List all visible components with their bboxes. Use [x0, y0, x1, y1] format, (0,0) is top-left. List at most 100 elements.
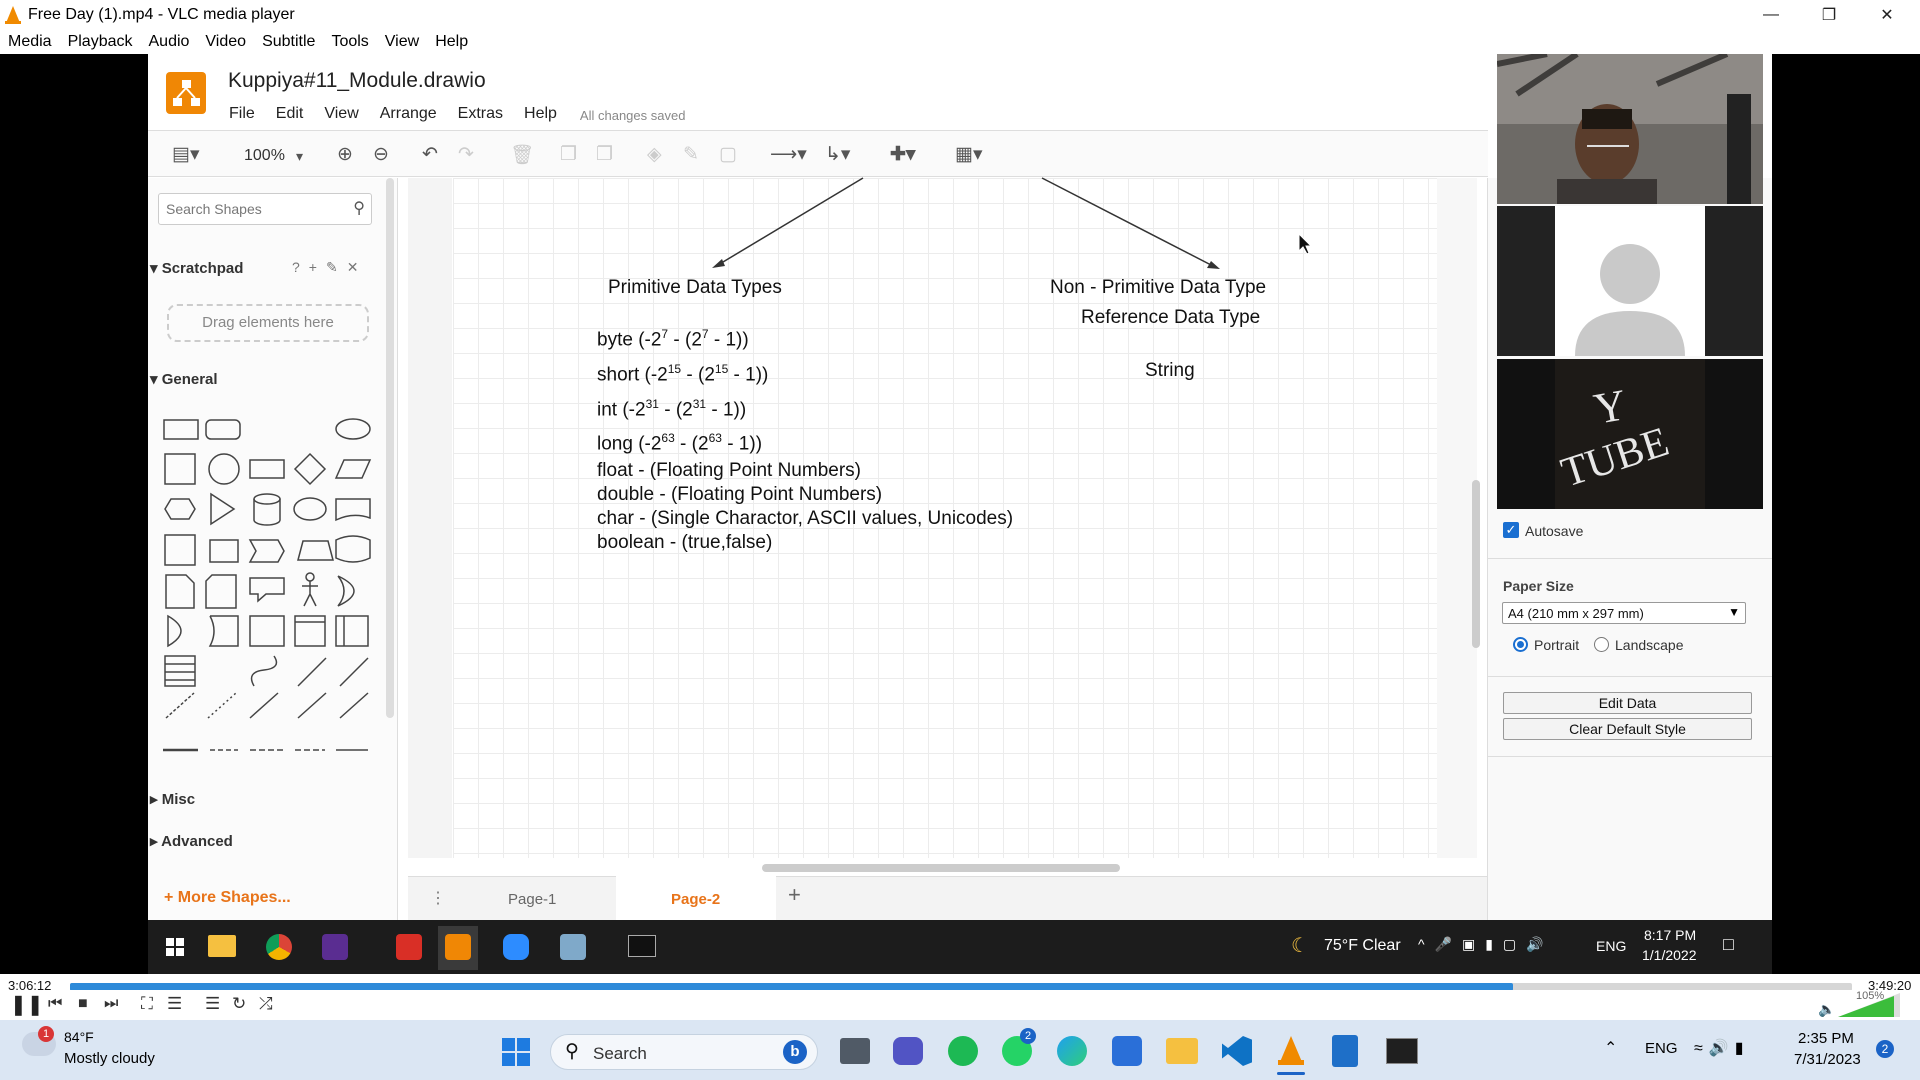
clock-time[interactable]: 2:35 PM: [1798, 1030, 1854, 1047]
pages-menu-icon[interactable]: ⋮: [430, 888, 446, 908]
zoom-out-icon[interactable]: ⊖: [373, 143, 389, 166]
teams-icon[interactable]: [893, 1037, 923, 1065]
menu-view[interactable]: View: [385, 33, 419, 51]
file-name[interactable]: Kuppiya#11_Module.drawio: [228, 69, 486, 93]
task-view-icon[interactable]: [840, 1038, 870, 1064]
primitive-list[interactable]: byte (-27 - (27 - 1)) short (-215 - (215…: [597, 320, 1013, 555]
stop-icon[interactable]: ■: [78, 995, 88, 1013]
table-icon[interactable]: ▦▾: [955, 143, 983, 166]
pause-icon[interactable]: ❚❚: [10, 992, 44, 1017]
minimize-button[interactable]: —: [1742, 0, 1800, 29]
shadow-icon[interactable]: ▢: [719, 143, 737, 166]
to-front-icon[interactable]: ❐: [560, 143, 577, 166]
non-primitive-title[interactable]: Non - Primitive Data Type: [1050, 277, 1266, 299]
canvas-hscrollbar[interactable]: [762, 864, 1120, 872]
menu-tools[interactable]: Tools: [331, 33, 368, 51]
undo-icon[interactable]: ↶: [422, 143, 438, 166]
window-title: Free Day (1).mp4 - VLC media player: [28, 5, 295, 23]
more-shapes-button[interactable]: + More Shapes...: [164, 889, 291, 907]
scratchpad-drop-area[interactable]: Drag elements here: [167, 304, 369, 342]
scratchpad-header[interactable]: ▾ Scratchpad: [150, 259, 243, 277]
tab-page-2[interactable]: Page-2: [671, 891, 720, 908]
file-explorer-icon[interactable]: [1166, 1038, 1198, 1064]
sidebar-scrollbar[interactable]: [386, 178, 394, 718]
general-header[interactable]: ▾ General: [150, 370, 218, 388]
scratchpad-actions[interactable]: ?+✎✕: [292, 259, 367, 276]
menu-playback[interactable]: Playback: [68, 33, 133, 51]
chevron-down-icon: ▼: [1728, 605, 1740, 619]
close-button[interactable]: ✕: [1858, 0, 1916, 29]
advanced-header[interactable]: ▸ Advanced: [150, 832, 233, 850]
edge-icon[interactable]: [1057, 1036, 1087, 1066]
zoom-in-icon[interactable]: ⊕: [337, 143, 353, 166]
canvas-vscrollbar[interactable]: [1472, 480, 1480, 648]
primitive-title[interactable]: Primitive Data Types: [608, 277, 782, 299]
edit-data-button[interactable]: Edit Data: [1503, 692, 1752, 714]
search-input[interactable]: Search Shapes ⚲: [158, 193, 372, 225]
restore-button[interactable]: ❐: [1800, 0, 1858, 29]
autosave-checkbox[interactable]: ✓: [1503, 522, 1519, 538]
redo-icon[interactable]: ↷: [458, 143, 474, 166]
loop-icon[interactable]: ↻: [232, 994, 246, 1014]
taskbar-search-input[interactable]: ⚲ Search b: [550, 1034, 818, 1070]
misc-header[interactable]: ▸ Misc: [150, 790, 195, 808]
drawio-menu-extras[interactable]: Extras: [458, 105, 503, 123]
connection-icon[interactable]: ⟶▾: [770, 143, 807, 166]
paper-size-select[interactable]: A4 (210 mm x 297 mm) ▼: [1502, 602, 1746, 624]
windows-start-icon[interactable]: [502, 1038, 530, 1066]
fill-color-icon[interactable]: ◈: [647, 143, 662, 166]
drawio-menu-edit[interactable]: Edit: [276, 105, 304, 123]
zoom-level[interactable]: 100%: [244, 147, 285, 165]
store-icon[interactable]: [1112, 1036, 1142, 1066]
clock-date[interactable]: 7/31/2023: [1794, 1051, 1861, 1068]
to-back-icon[interactable]: ❐: [596, 143, 613, 166]
terminal-icon[interactable]: [1386, 1038, 1418, 1064]
add-page-icon[interactable]: +: [788, 882, 801, 908]
menu-audio[interactable]: Audio: [149, 33, 190, 51]
shape-palette[interactable]: [158, 410, 378, 760]
delete-icon[interactable]: 🗑: [510, 143, 534, 167]
chevron-up-icon[interactable]: ⌃: [1604, 1038, 1617, 1058]
tray-icons[interactable]: ≈🔊▮: [1694, 1038, 1750, 1058]
shuffle-icon[interactable]: ⤮: [259, 994, 273, 1014]
spotify-icon[interactable]: [948, 1036, 978, 1066]
portrait-radio[interactable]: [1513, 637, 1528, 652]
drawio-menu-help[interactable]: Help: [524, 105, 557, 123]
lang-indicator[interactable]: ENG: [1645, 1040, 1678, 1057]
string-type[interactable]: String: [1145, 360, 1195, 382]
vlc-icon[interactable]: [1276, 1034, 1306, 1066]
vscode-icon[interactable]: [1222, 1036, 1252, 1066]
insert-icon[interactable]: ✚▾: [890, 143, 915, 166]
menu-video[interactable]: Video: [205, 33, 246, 51]
menu-media[interactable]: Media: [8, 33, 52, 51]
next-icon[interactable]: ⏭: [104, 995, 118, 1013]
weather-text[interactable]: Mostly cloudy: [64, 1050, 155, 1067]
drawio-menu-view[interactable]: View: [324, 105, 358, 123]
inner-date: 1/1/2022: [1642, 947, 1697, 963]
misc-label: Misc: [161, 791, 196, 808]
notification-badge[interactable]: 2: [1876, 1040, 1894, 1058]
item-text: - 1)): [721, 433, 763, 455]
drawio-logo: [166, 72, 206, 114]
menu-subtitle[interactable]: Subtitle: [262, 33, 315, 51]
fullscreen-icon[interactable]: ⛶: [141, 994, 153, 1014]
tab-page-1[interactable]: Page-1: [508, 891, 556, 908]
menu-help[interactable]: Help: [435, 33, 468, 51]
reference-title[interactable]: Reference Data Type: [1081, 307, 1260, 329]
playlist-icon[interactable]: ☰: [205, 994, 220, 1014]
drawio-menu-file[interactable]: File: [229, 105, 255, 123]
notepad-icon[interactable]: [1332, 1035, 1358, 1067]
volume-icon[interactable]: 🔈: [1818, 1001, 1835, 1018]
clear-default-style-button[interactable]: Clear Default Style: [1503, 718, 1752, 740]
drawio-menu-arrange[interactable]: Arrange: [380, 105, 437, 123]
waypoints-icon[interactable]: ↳▾: [825, 143, 850, 166]
previous-icon[interactable]: ⏮: [48, 995, 62, 1013]
avatar: [1555, 206, 1705, 356]
chevron-down-icon[interactable]: ▾: [296, 148, 303, 165]
line-color-icon[interactable]: ✎: [683, 143, 699, 166]
temperature[interactable]: 84°F: [64, 1029, 94, 1045]
format-panel-icon[interactable]: ▤▾: [172, 143, 200, 166]
autosave-label: Autosave: [1525, 523, 1584, 539]
landscape-radio[interactable]: [1594, 637, 1609, 652]
extended-settings-icon[interactable]: ☰: [167, 994, 182, 1014]
